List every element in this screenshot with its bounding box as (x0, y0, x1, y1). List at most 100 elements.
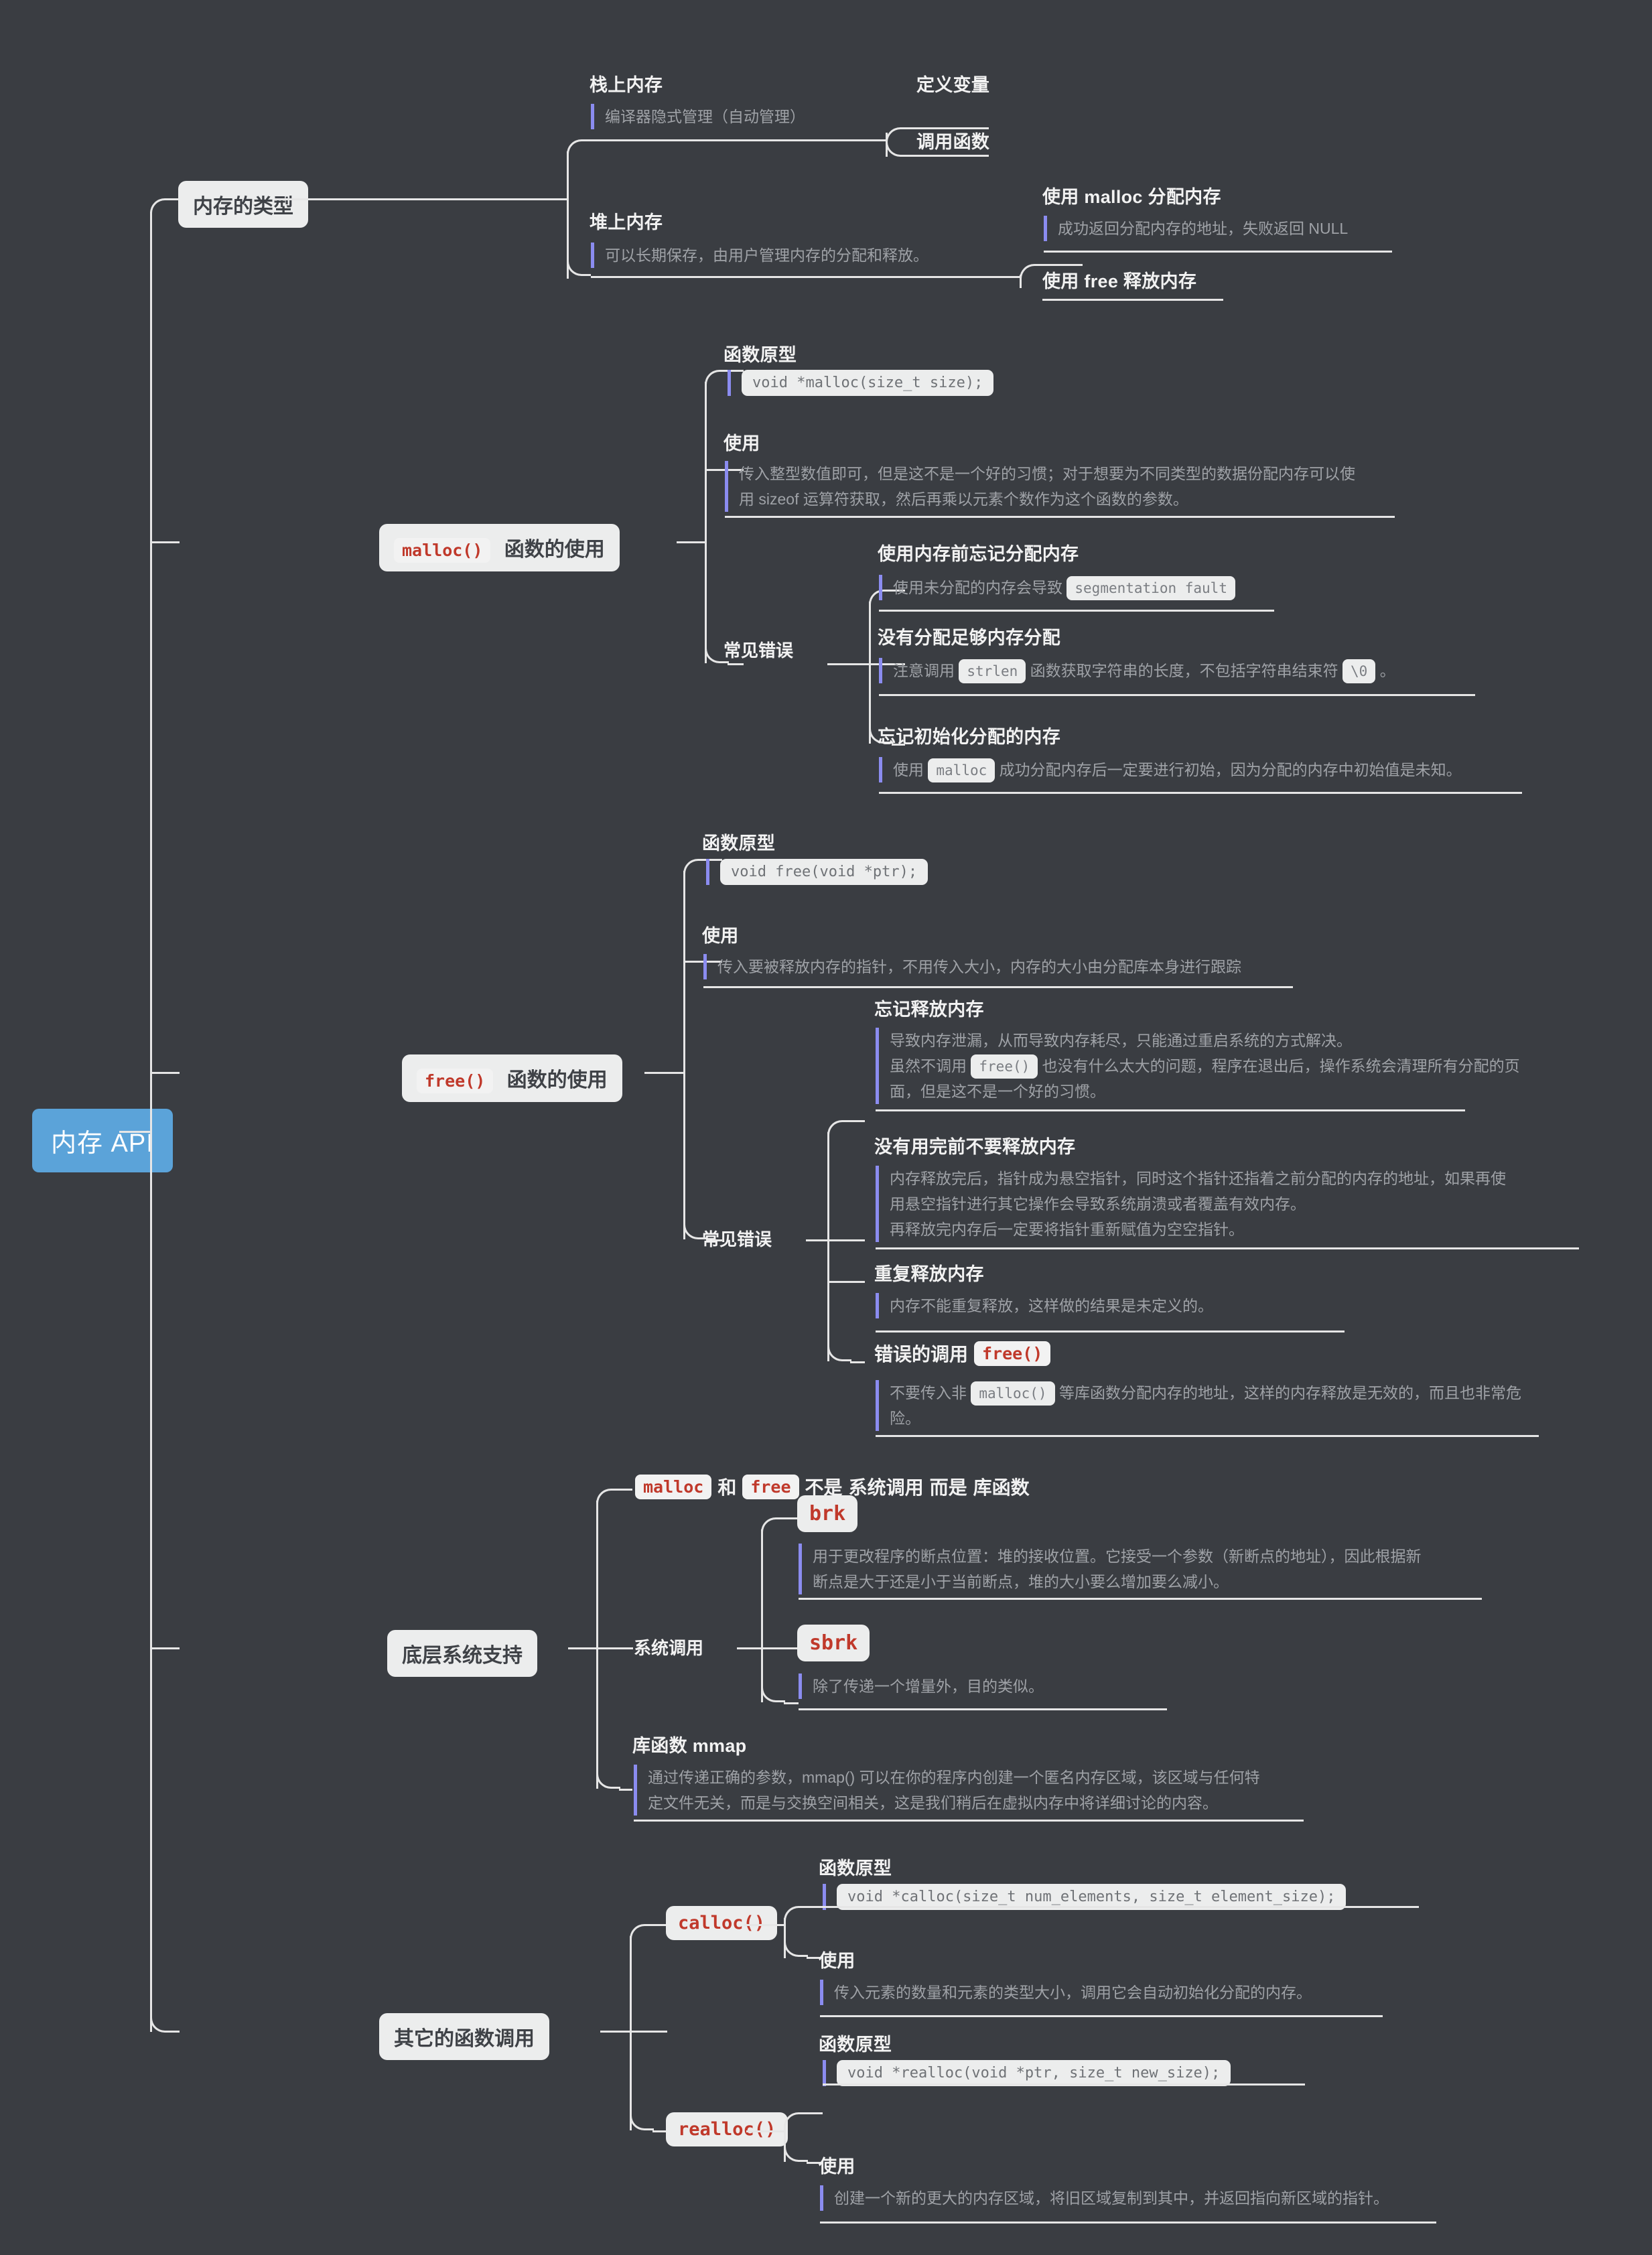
calloc-usage-note: 传入元素的数量和元素的类型大小，调用它会自动初始化分配的内存。 (820, 1980, 1490, 2005)
realloc-usage-title: 使用 (819, 2157, 855, 2177)
free-error-title-1[interactable]: 忘记释放内存 (874, 995, 984, 1021)
free-prototype-title: 函数原型 (702, 833, 776, 853)
leaf-define-variable[interactable]: 定义变量 (916, 70, 989, 96)
connector (879, 792, 1522, 794)
connector-corner (761, 1678, 785, 1702)
code-strlen: strlen (959, 659, 1026, 683)
connector-corner (150, 2006, 177, 2033)
branch-other-functions[interactable]: 其它的函数调用 (379, 2013, 549, 2060)
connector (850, 1361, 865, 1363)
connector (799, 1708, 1167, 1710)
leaf-call-function[interactable]: 调用函数 (916, 127, 989, 153)
free-error-note-4: 不要传入非 malloc() 等库函数分配内存的地址，这样的内存释放是无效的，而… (876, 1380, 1633, 1431)
topic-stack-memory[interactable]: 栈上内存 (590, 70, 663, 96)
malloc-usage-note: 传入整型数值即可，但是这不是一个好的习惯；对于想要为不同类型的数据份配内存可以使… (725, 461, 1395, 512)
connector-corner (596, 1489, 620, 1513)
connector (827, 1239, 865, 1241)
branch-malloc-label: 函数的使用 (504, 539, 605, 561)
connector-corner (567, 139, 591, 163)
branch-free[interactable]: free() 函数的使用 (402, 1054, 622, 1102)
connector (761, 1529, 763, 1702)
mmap-title[interactable]: 库函数 mmap (632, 1731, 746, 1757)
connector (744, 1924, 784, 1926)
code-sbrk: sbrk (797, 1625, 870, 1661)
free-error-note-1: 导致内存泄漏，从而导致内存耗尽，只能通过重启系统的方式解决。 虽然不调用 fre… (876, 1028, 1652, 1104)
connector-corner (784, 2138, 808, 2162)
connector (908, 155, 989, 157)
connector (703, 986, 1293, 988)
connector (823, 1906, 1419, 1908)
branch-malloc[interactable]: malloc() 函数的使用 (379, 524, 620, 571)
connector (150, 1647, 180, 1649)
branch-memory-types[interactable]: 内存的类型 (178, 181, 308, 228)
syscall-brk[interactable]: brk (797, 1495, 858, 1532)
connector (1042, 299, 1223, 301)
connector-corner (784, 1933, 808, 1957)
free-error-title-4[interactable]: 错误的调用 free() (874, 1340, 1051, 1367)
connector (677, 541, 705, 543)
func-calloc[interactable]: calloc() (666, 1906, 778, 1940)
connector-corner (150, 198, 177, 225)
free-prototype-block: void free(void *ptr); (706, 859, 928, 885)
connector-corner (827, 1337, 851, 1361)
connector (591, 276, 1020, 278)
malloc-error-title-1[interactable]: 使用内存前忘记分配内存 (878, 539, 1079, 565)
leaf-free-release[interactable]: 使用 free 释放内存 (1042, 267, 1196, 293)
connector-spine-top (150, 212, 152, 1133)
connector (820, 2222, 1436, 2224)
connector (876, 1247, 1579, 1249)
connector (630, 1936, 632, 2130)
note-stack-memory: 编译器隐式管理（自动管理） (591, 104, 966, 129)
malloc-error-note-2: 注意调用 strlen 函数获取字符串的长度，不包括字符串结束符 \0 。 (879, 658, 1629, 683)
branch-system-support[interactable]: 底层系统支持 (387, 1630, 537, 1677)
calloc-usage-title: 使用 (819, 1951, 855, 1971)
connector (761, 1647, 799, 1649)
connector (1042, 264, 1083, 266)
calloc-prototype-title: 函数原型 (819, 1858, 892, 1878)
connector (596, 1501, 598, 1789)
topic-heap-memory[interactable]: 堆上内存 (590, 208, 663, 234)
note-brk: 用于更改程序的断点位置：堆的接收位置。它接受一个参数（新断点的地址），因此根据新… (799, 1544, 1589, 1594)
malloc-prototype-block: void *malloc(size_t size); (728, 370, 994, 396)
connector (1044, 251, 1392, 253)
connector (275, 198, 300, 200)
connector (784, 1517, 799, 1519)
realloc-prototype-block: void *realloc(void *ptr, size_t new_size… (823, 2060, 1231, 2086)
syscall-label[interactable]: 系统调用 (634, 1635, 703, 1659)
malloc-prototype-code: void *malloc(size_t size); (742, 370, 994, 396)
connector (827, 1281, 865, 1283)
code-calloc: calloc() (666, 1906, 778, 1940)
func-realloc[interactable]: realloc() (666, 2112, 788, 2146)
connector-corner (567, 252, 591, 276)
connector (728, 663, 744, 665)
realloc-prototype-title: 函数原型 (819, 2035, 892, 2055)
malloc-error-note-1: 使用未分配的内存会导致 segmentation fault (879, 575, 1435, 600)
connector (784, 1702, 799, 1704)
connector (634, 1820, 1304, 1822)
connector (850, 1120, 865, 1122)
connector-corner (596, 1765, 620, 1789)
free-error-title-3[interactable]: 重复释放内存 (874, 1259, 984, 1286)
connector (644, 1072, 683, 1074)
malloc-code-chip: malloc() (394, 538, 491, 563)
malloc-errors-label[interactable]: 常见错误 (724, 637, 793, 662)
connector (600, 2031, 630, 2033)
malloc-error-title-2[interactable]: 没有分配足够内存分配 (878, 623, 1060, 649)
connector (683, 871, 685, 1239)
syscall-sbrk[interactable]: sbrk (797, 1625, 870, 1661)
code-realloc: realloc() (666, 2112, 788, 2146)
connector-spine-bottom (150, 1131, 152, 2032)
connector (876, 1435, 1539, 1437)
free-error-title-2[interactable]: 没有用完前不要释放内存 (874, 1132, 1075, 1158)
connector (596, 1647, 633, 1649)
realloc-usage-note: 创建一个新的更大的内存区域，将旧区域复制到其中，并返回指向新区域的指针。 (820, 2185, 1530, 2211)
code-malloc-call: malloc() (971, 1381, 1055, 1406)
connector (630, 2031, 667, 2033)
connector (725, 516, 1395, 518)
free-code-chip: free() (417, 1069, 494, 1093)
connector-corner (683, 859, 707, 883)
code-free: free() (971, 1054, 1038, 1079)
malloc-error-title-3[interactable]: 忘记初始化分配的内存 (878, 722, 1060, 748)
free-errors-label[interactable]: 常见错误 (702, 1226, 772, 1251)
leaf-malloc-allocate[interactable]: 使用 malloc 分配内存 (1042, 182, 1221, 208)
